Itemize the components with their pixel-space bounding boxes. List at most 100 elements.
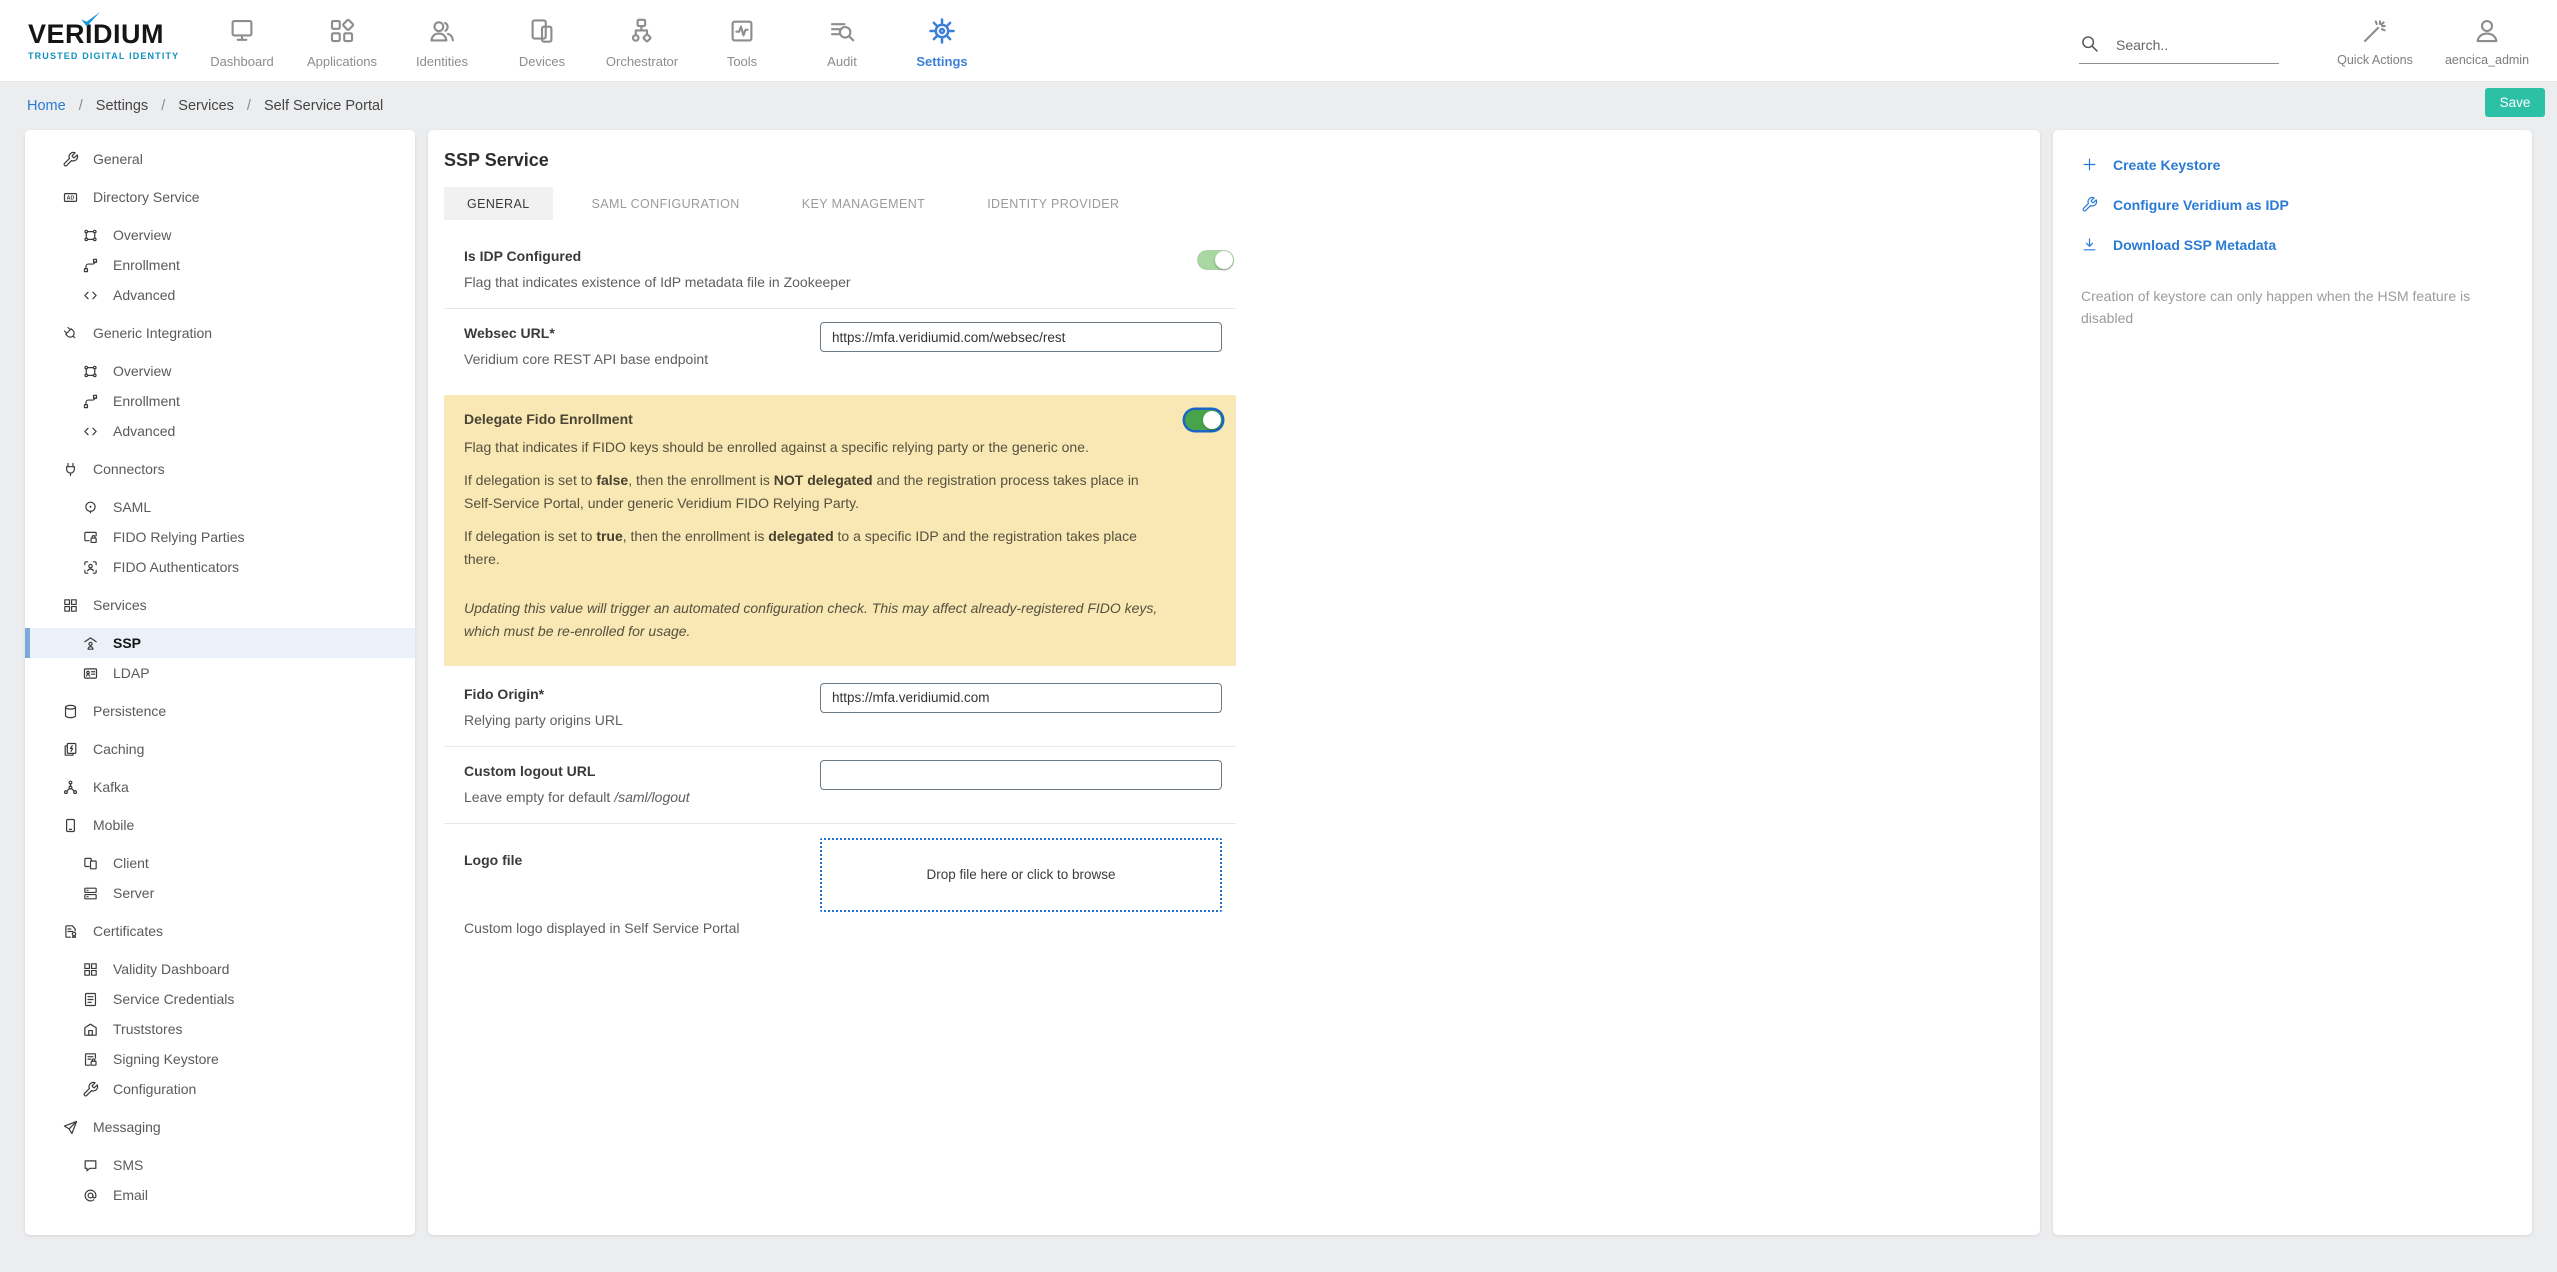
breadcrumb-separator: / — [161, 98, 166, 114]
delegate-fido-toggle[interactable] — [1185, 410, 1222, 430]
sidebar-item-email[interactable]: Email — [25, 1180, 415, 1210]
sidebar-item-gi-overview[interactable]: Overview — [25, 356, 415, 386]
sidebar-item-label: Services — [93, 597, 147, 613]
sidebar-item-validity-dashboard[interactable]: Validity Dashboard — [25, 954, 415, 984]
sidebar-item-label: Caching — [93, 741, 145, 757]
tab-key-management[interactable]: KEY MANAGEMENT — [779, 187, 948, 220]
search-icon[interactable] — [2079, 33, 2100, 54]
topbar-right: Quick Actions aencica_admin — [2079, 0, 2543, 82]
nav-item-devices[interactable]: Devices — [492, 12, 592, 69]
code-icon — [82, 287, 99, 304]
sidebar-item-certificates[interactable]: Certificates — [25, 916, 415, 946]
nav-item-identities[interactable]: Identities — [392, 12, 492, 69]
is-idp-configured-toggle[interactable] — [1197, 250, 1234, 270]
nav-item-dashboard[interactable]: Dashboard — [192, 12, 292, 69]
toggle-knob — [1215, 251, 1233, 269]
logo-file-dropzone[interactable]: Drop file here or click to browse — [820, 837, 1222, 912]
sidebar-item-general[interactable]: General — [25, 144, 415, 174]
face-scan-icon — [82, 559, 99, 576]
delegate-fido-description: Flag that indicates if FIDO keys should … — [464, 439, 1158, 640]
apps-grid-icon — [327, 16, 357, 46]
tab-saml-configuration[interactable]: SAML CONFIGURATION — [569, 187, 763, 220]
phone-icon — [62, 817, 79, 834]
sidebar-item-label: Directory Service — [93, 189, 200, 205]
sidebar-item-directory-service[interactable]: Directory Service — [25, 182, 415, 212]
nav-item-orchestrator[interactable]: Orchestrator — [592, 12, 692, 69]
sidebar-item-sms[interactable]: SMS — [25, 1150, 415, 1180]
audit-search-icon — [827, 16, 857, 46]
sidebar-item-truststores[interactable]: Truststores — [25, 1014, 415, 1044]
download-ssp-metadata-link[interactable]: Download SSP Metadata — [2081, 236, 2504, 253]
sidebar-item-generic-integration[interactable]: Generic Integration — [25, 318, 415, 348]
fido-origin-input[interactable] — [820, 682, 1222, 713]
save-button[interactable]: Save — [2485, 88, 2545, 117]
browser-lock-icon — [82, 529, 99, 546]
nav-item-tools[interactable]: Tools — [692, 12, 792, 69]
plug-icon — [62, 461, 79, 478]
create-keystore-link[interactable]: Create Keystore — [2081, 156, 2504, 173]
sidebar-item-ds-overview[interactable]: Overview — [25, 220, 415, 250]
sidebar-item-fido-authenticators[interactable]: FIDO Authenticators — [25, 552, 415, 582]
sidebar-item-persistence[interactable]: Persistence — [25, 696, 415, 726]
sidebar-item-ds-enrollment[interactable]: Enrollment — [25, 250, 415, 280]
sidebar-item-gi-advanced[interactable]: Advanced — [25, 416, 415, 446]
sidebar-item-fido-relying-parties[interactable]: FIDO Relying Parties — [25, 522, 415, 552]
nav-item-label: Dashboard — [210, 54, 274, 69]
sidebar-item-mobile[interactable]: Mobile — [25, 810, 415, 840]
flowchart-icon — [627, 16, 657, 46]
people-icon — [427, 16, 457, 46]
sidebar-item-label: LDAP — [113, 665, 150, 681]
nav-item-label: Settings — [916, 54, 968, 69]
page-title: SSP Service — [444, 150, 549, 170]
tab-general[interactable]: GENERAL — [444, 187, 553, 220]
brand-text: VERIDIUM — [28, 11, 178, 48]
plus-icon — [2081, 156, 2098, 173]
sidebar-item-messaging[interactable]: Messaging — [25, 1112, 415, 1142]
sidebar-item-caching[interactable]: Caching — [25, 734, 415, 764]
sidebar-item-configuration[interactable]: Configuration — [25, 1074, 415, 1104]
settings-sidebar: General Directory Service Overview Enrol… — [25, 130, 415, 1235]
sidebar-item-connectors[interactable]: Connectors — [25, 454, 415, 484]
sidebar-item-mobile-client[interactable]: Client — [25, 848, 415, 878]
action-label: Download SSP Metadata — [2113, 236, 2277, 253]
veridium-logo[interactable]: VERIDIUM TRUSTED DIGITAL IDENTITY — [28, 11, 178, 61]
field-is-idp-configured: Is IDP Configured Flag that indicates ex… — [444, 232, 1236, 308]
configure-veridium-idp-link[interactable]: Configure Veridium as IDP — [2081, 196, 2504, 213]
search-input[interactable] — [2114, 35, 2264, 54]
sidebar-item-signing-keystore[interactable]: Signing Keystore — [25, 1044, 415, 1074]
websec-url-input[interactable] — [820, 322, 1222, 352]
sidebar-item-ldap[interactable]: LDAP — [25, 658, 415, 688]
sidebar-item-kafka[interactable]: Kafka — [25, 772, 415, 802]
tab-identity-provider[interactable]: IDENTITY PROVIDER — [964, 187, 1142, 220]
sidebar-item-ssp[interactable]: SSP — [25, 628, 415, 658]
breadcrumb-services-link[interactable]: Services — [178, 98, 234, 114]
user-menu[interactable]: aencica_admin — [2431, 16, 2543, 67]
sidebar-item-mobile-server[interactable]: Server — [25, 878, 415, 908]
toggle-knob — [1203, 411, 1221, 429]
breadcrumb-settings-link[interactable]: Settings — [96, 98, 148, 114]
magic-wand-icon — [2360, 16, 2390, 46]
sidebar-item-ds-advanced[interactable]: Advanced — [25, 280, 415, 310]
sidebar-item-label: Configuration — [113, 1081, 197, 1097]
sidebar-item-services[interactable]: Services — [25, 590, 415, 620]
nav-item-label: Audit — [827, 54, 857, 69]
app-root: { "topnav": { "logo": { "brand": "VERIDI… — [0, 0, 2557, 1272]
sidebar-item-label: Generic Integration — [93, 325, 213, 341]
sidebar-item-label: General — [93, 151, 143, 167]
sidebar-item-service-credentials[interactable]: Service Credentials — [25, 984, 415, 1014]
breadcrumb-home-link[interactable]: Home — [27, 98, 66, 114]
sidebar-item-gi-enrollment[interactable]: Enrollment — [25, 386, 415, 416]
nav-item-audit[interactable]: Audit — [792, 12, 892, 69]
quick-actions-button[interactable]: Quick Actions — [2319, 16, 2431, 67]
tab-label: SAML CONFIGURATION — [591, 196, 740, 211]
sidebar-item-label: SMS — [113, 1157, 144, 1173]
sidebar-item-label: Validity Dashboard — [113, 961, 230, 977]
pulse-tools-icon — [727, 16, 757, 46]
sidebar-item-saml[interactable]: SAML — [25, 492, 415, 522]
checkmark-icon — [81, 11, 101, 26]
tab-label: IDENTITY PROVIDER — [987, 196, 1120, 211]
custom-logout-url-input[interactable] — [820, 759, 1222, 790]
nav-item-applications[interactable]: Applications — [292, 12, 392, 69]
breadcrumb-current-page: Self Service Portal — [263, 98, 384, 114]
nav-item-settings[interactable]: Settings — [892, 12, 992, 69]
